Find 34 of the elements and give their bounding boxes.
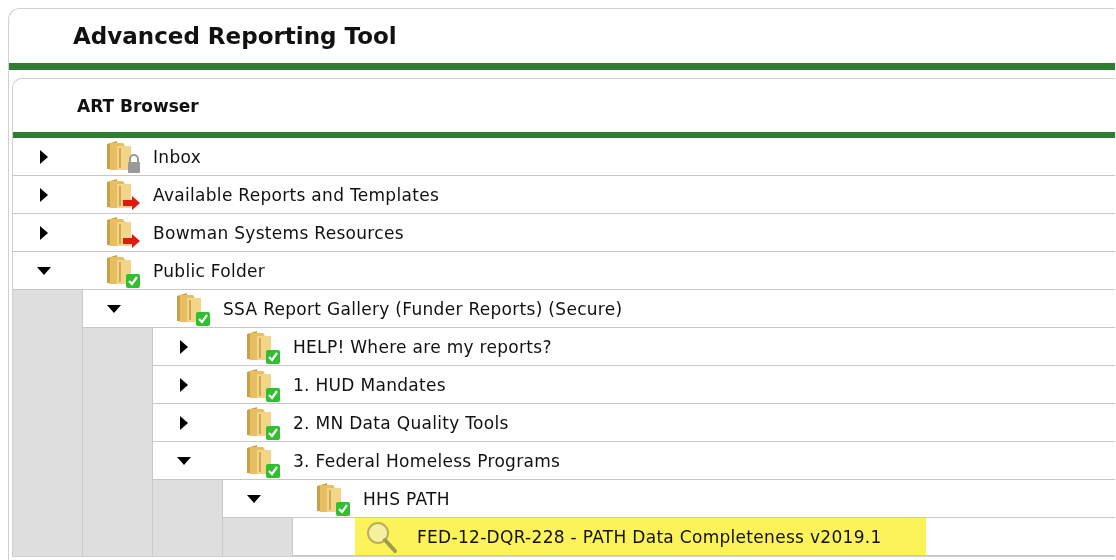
folder-label[interactable]: 1. HUD Mandates (293, 374, 446, 395)
magnifier-icon (365, 520, 399, 553)
page-title: Advanced Reporting Tool (73, 23, 397, 49)
folder-label[interactable]: Available Reports and Templates (153, 184, 440, 205)
folder-label[interactable]: 2. MN Data Quality Tools (293, 412, 509, 433)
folder-label[interactable]: HHS PATH (363, 488, 450, 509)
shortcut-folder-icon (105, 177, 141, 212)
folder-label[interactable]: Inbox (153, 146, 202, 167)
expand-arrow-icon[interactable] (180, 377, 188, 392)
report-item[interactable]: FED-12-DQR-228 - PATH Data Completeness v2019.1 (355, 518, 926, 555)
expand-arrow-icon[interactable] (40, 149, 48, 164)
locked-folder-icon (105, 139, 141, 174)
checked-folder-icon (105, 253, 141, 288)
folder-label[interactable]: HELP! Where are my reports? (293, 336, 552, 357)
collapse-arrow-icon[interactable] (177, 456, 191, 465)
checked-folder-icon (245, 405, 281, 440)
expand-arrow-icon[interactable] (40, 187, 48, 202)
folder-label[interactable]: 3. Federal Homeless Programs (293, 450, 561, 471)
checked-folder-icon (175, 291, 211, 326)
collapse-arrow-icon[interactable] (37, 266, 51, 275)
checked-folder-icon (245, 443, 281, 478)
collapse-arrow-icon[interactable] (247, 494, 261, 503)
checked-folder-icon (245, 329, 281, 364)
expand-arrow-icon[interactable] (180, 339, 188, 354)
panel-title: ART Browser (77, 95, 199, 116)
checked-folder-icon (315, 481, 351, 516)
folder-label[interactable]: Public Folder (153, 260, 266, 281)
expand-arrow-icon[interactable] (180, 415, 188, 430)
expand-arrow-icon[interactable] (40, 225, 48, 240)
folder-label[interactable]: SSA Report Gallery (Funder Reports) (Secure) (223, 298, 623, 319)
collapse-arrow-icon[interactable] (107, 304, 121, 313)
shortcut-folder-icon (105, 215, 141, 250)
folder-label[interactable]: Bowman Systems Resources (153, 222, 404, 243)
checked-folder-icon (245, 367, 281, 402)
